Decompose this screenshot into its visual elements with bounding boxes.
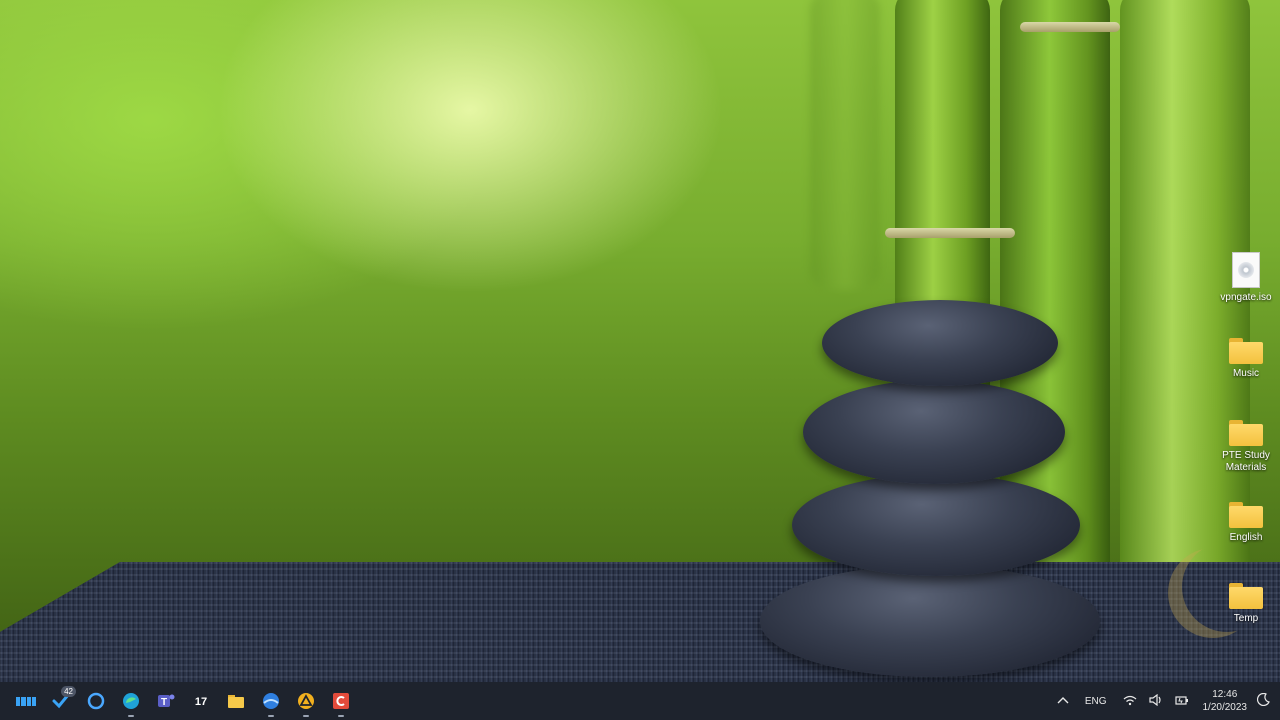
browser-button[interactable]	[254, 684, 288, 718]
cortana-button[interactable]	[79, 684, 113, 718]
network-button[interactable]	[1117, 694, 1143, 709]
bamboo-stalk	[810, 0, 880, 290]
wifi-icon	[1123, 694, 1137, 709]
teams-icon: T	[156, 691, 176, 711]
desktop-icon-pte-study-materials[interactable]: PTE Study Materials	[1212, 420, 1280, 474]
red-app-button[interactable]	[324, 684, 358, 718]
stone	[803, 380, 1065, 484]
stone	[822, 300, 1058, 386]
desktop-icon-label: Temp	[1233, 613, 1259, 624]
tradingview-button[interactable]: 17	[184, 684, 218, 718]
circle-ring-icon	[86, 691, 106, 711]
c-logo-icon	[331, 691, 351, 711]
triangle-icon	[296, 691, 316, 711]
desktop-icon-label: Music	[1232, 368, 1260, 379]
svg-text:T: T	[161, 697, 167, 708]
desktop-icon-label: PTE Study Materials	[1222, 450, 1270, 473]
battery-button[interactable]	[1169, 694, 1195, 709]
globe-icon	[261, 691, 281, 711]
clock-date: 1/20/2023	[1202, 702, 1248, 713]
folder-icon	[1229, 502, 1263, 528]
system-tray: ENG 12:46 1/20/2023	[1051, 682, 1280, 720]
chevron-up-icon	[1057, 695, 1069, 708]
taskbar: 42 T 17 ENG 12:46 1/20/2023	[0, 682, 1280, 720]
volume-button[interactable]	[1143, 693, 1169, 709]
stone	[792, 474, 1080, 576]
stone	[760, 565, 1100, 677]
notification-badge: 42	[61, 686, 76, 697]
clock-button[interactable]: 12:46 1/20/2023	[1195, 688, 1256, 714]
speaker-icon	[1148, 693, 1163, 709]
edge-icon	[121, 691, 141, 711]
todo-app-button[interactable]: 42	[44, 684, 78, 718]
clock-time: 12:46	[1212, 689, 1238, 700]
desktop-icon-temp[interactable]: Temp	[1212, 583, 1280, 625]
bamboo-node	[1020, 22, 1120, 32]
folder-icon	[1229, 583, 1263, 609]
tv-logo-icon: 17	[191, 691, 211, 711]
input-language-button[interactable]: ENG	[1075, 696, 1117, 707]
desktop-icon-english[interactable]: English	[1212, 502, 1280, 544]
desktop-wallpaper	[0, 0, 1280, 682]
start-button[interactable]	[9, 684, 43, 718]
vpn-app-button[interactable]	[289, 684, 323, 718]
teams-button[interactable]: T	[149, 684, 183, 718]
notification-center-button[interactable]	[1255, 692, 1280, 709]
windows-logo-icon	[16, 691, 36, 711]
bamboo-node	[885, 228, 1015, 238]
file-explorer-button[interactable]	[219, 684, 253, 718]
folder-icon	[1229, 420, 1263, 446]
iso-file-icon	[1232, 252, 1260, 288]
folder-icon	[1229, 338, 1263, 364]
svg-text:17: 17	[195, 696, 207, 708]
battery-icon	[1174, 694, 1189, 709]
desktop-icon-music[interactable]: Music	[1212, 338, 1280, 380]
moon-icon	[1256, 692, 1270, 709]
desktop-icon-vpngate-iso[interactable]: vpngate.iso	[1212, 252, 1280, 304]
desktop-icon-label: English	[1229, 532, 1263, 543]
folder-icon	[226, 691, 246, 711]
edge-browser-button[interactable]	[114, 684, 148, 718]
show-hidden-icons-button[interactable]	[1051, 695, 1075, 708]
desktop-icon-label: vpngate.iso	[1220, 292, 1272, 303]
